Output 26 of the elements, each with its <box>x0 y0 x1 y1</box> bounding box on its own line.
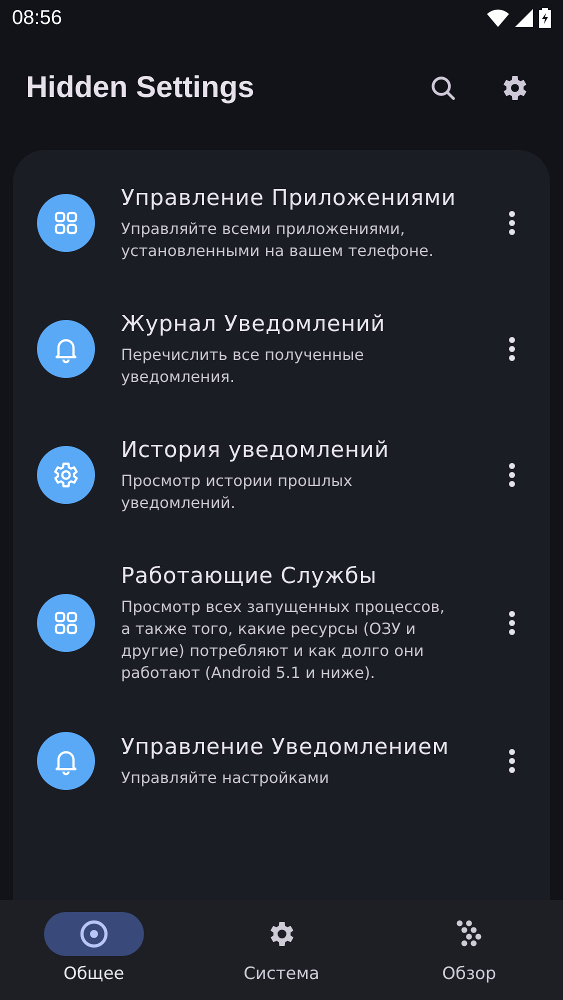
more-icon <box>508 336 516 362</box>
status-time: 08:56 <box>12 6 62 30</box>
signal-icon <box>515 9 533 27</box>
nav-tab[interactable]: Общее <box>0 900 188 1000</box>
item-description: Управляйте настройками <box>121 768 330 789</box>
search-icon <box>429 74 457 102</box>
more-icon <box>508 610 516 636</box>
item-title[interactable]: История уведомлений <box>121 436 457 466</box>
item-title[interactable]: Управление Приложениями <box>121 184 457 214</box>
app-title: Hidden Settings <box>26 71 256 105</box>
more-icon <box>508 462 516 488</box>
item-description: Просмотр всех запущенных процессов, а также того, какие ресурсы (ОЗУ и другие) потребляют и как долго они работают (Android 5.1 и ниже). <box>121 597 446 684</box>
battery-icon <box>539 8 551 28</box>
more-icon <box>508 210 516 236</box>
wifi-icon <box>487 9 509 27</box>
more-icon <box>508 748 516 774</box>
nav-tab[interactable]: Обзор <box>375 900 563 1000</box>
gear-icon <box>51 460 81 490</box>
item-description: Управляйте всеми приложениями, установленными на вашем телефоне. <box>121 219 434 262</box>
nav-tab[interactable]: Система <box>188 900 376 1000</box>
item-description: Просмотр истории прошлых уведомлений. <box>121 471 354 514</box>
item-title[interactable]: Управление Уведомлением <box>121 733 457 763</box>
item-title[interactable]: Журнал Уведомлений <box>121 310 457 340</box>
item-title[interactable]: Работающие Службы <box>121 562 457 592</box>
item-description: Перечислить все полученные уведомления. <box>121 345 365 388</box>
target-icon <box>78 918 110 950</box>
